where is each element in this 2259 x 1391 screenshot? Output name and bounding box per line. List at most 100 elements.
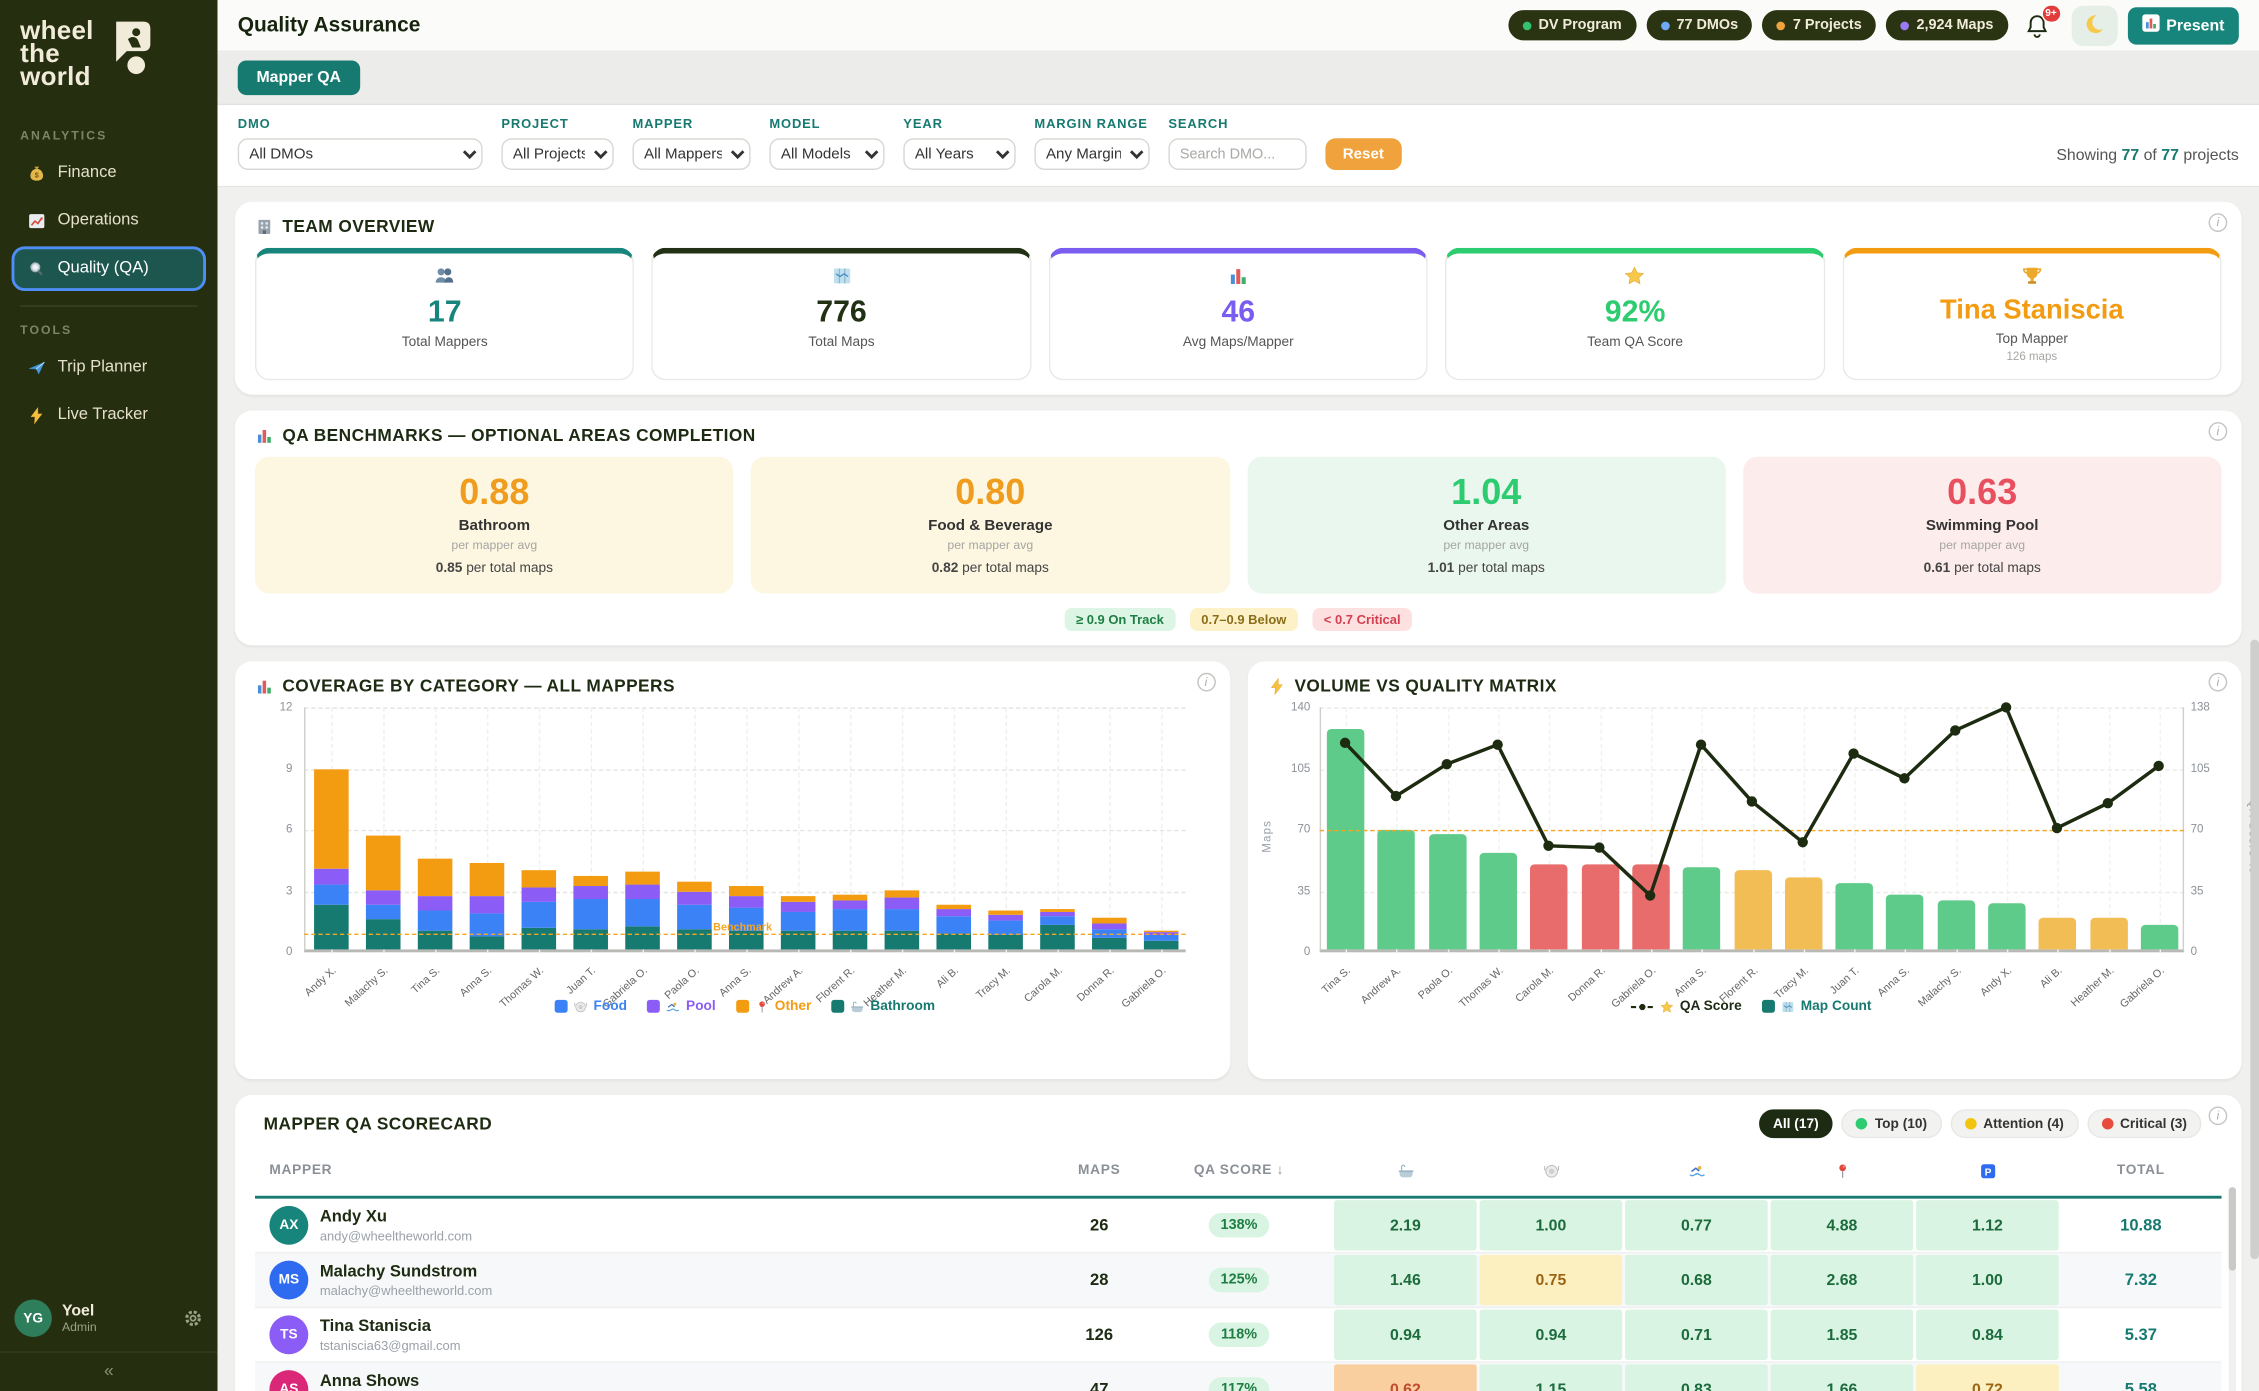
legend-item-pool[interactable]: Pool (647, 998, 716, 1014)
column-header-total: TOTAL (2060, 1153, 2221, 1196)
bar-segment-pool (470, 896, 505, 913)
showing-current: 77 (2122, 147, 2140, 164)
filter-label: DMO (238, 117, 483, 131)
sidebar-item-quality-qa-[interactable]: Quality (QA) (12, 246, 206, 291)
bar-segment-other (1040, 909, 1075, 912)
maps-cell: 26 (1053, 1199, 1145, 1252)
pin-icon (1769, 1153, 1915, 1196)
scorecard-filter-all-17-[interactable]: All (17) (1759, 1109, 1833, 1138)
category-value: 0.75 (1480, 1255, 1623, 1305)
info-icon[interactable]: i (2209, 213, 2228, 232)
sidebar-item-live-tracker[interactable]: Live Tracker (12, 393, 206, 438)
notifications-button[interactable]: 9+ (2024, 9, 2056, 41)
present-button[interactable]: Present (2127, 6, 2238, 43)
qa-score-cell: 125% (1145, 1253, 1332, 1306)
table-row[interactable]: AXAndy Xuandy@wheeltheworld.com26138%2.1… (255, 1199, 2222, 1254)
legend-item-qa-score[interactable]: QA Score (1631, 998, 1742, 1014)
dmo-select[interactable]: All DMOs (238, 138, 483, 170)
pill-dot-icon (1856, 1118, 1868, 1130)
bar-segment-pool (988, 915, 1023, 921)
scorecard-filter-critical-3-[interactable]: Critical (3) (2087, 1109, 2201, 1138)
moon-icon (2083, 12, 2105, 38)
bell-icon (2024, 19, 2050, 43)
page-scrollbar[interactable] (2250, 58, 2259, 1391)
legend-item-map-count[interactable]: Map Count (1762, 998, 1872, 1014)
badge-dot-icon (1777, 21, 1786, 30)
team-card: 776Total Maps (652, 248, 1031, 381)
search-input[interactable] (1168, 138, 1306, 170)
sidebar-item-operations[interactable]: Operations (12, 198, 206, 243)
tab-mapper-qa[interactable]: Mapper QA (238, 61, 360, 96)
sidebar-item-finance[interactable]: $Finance (12, 151, 206, 196)
gear-icon[interactable] (183, 1308, 203, 1328)
legend-label: Food (594, 998, 627, 1014)
team-card-value: 17 (265, 295, 624, 330)
sidebar-collapse-button[interactable]: « (0, 1351, 218, 1391)
info-icon[interactable]: i (2209, 1106, 2228, 1125)
maps-cell: 28 (1053, 1253, 1145, 1306)
table-row[interactable]: MSMalachy Sundstrommalachy@wheeltheworld… (255, 1253, 2222, 1308)
category-value-cell: 0.75 (1478, 1253, 1624, 1306)
category-value-cell: 0.71 (1624, 1308, 1770, 1361)
reset-button[interactable]: Reset (1325, 138, 1401, 170)
theme-toggle-button[interactable] (2071, 5, 2117, 45)
bar-segment-bathroom (1144, 941, 1179, 949)
mapper-identity: Anna Showsanna.shows@wheeltheworld.com (320, 1372, 513, 1391)
total-cell: 5.37 (2060, 1308, 2221, 1361)
user-profile[interactable]: YG Yoel Admin (0, 1285, 218, 1351)
category-value-cell: 0.77 (1624, 1199, 1770, 1252)
legend-swatch (1762, 1000, 1775, 1013)
margin-range-select[interactable]: Any Margin (1034, 138, 1149, 170)
benchmark-legend: ≥ 0.9 On Track0.7–0.9 Below< 0.7 Critica… (255, 608, 2222, 631)
plane-icon (27, 358, 46, 377)
mapper-select[interactable]: All Mappers (632, 138, 750, 170)
sidebar-item-label: Live Tracker (58, 406, 148, 423)
benchmark-value: 0.80 (762, 473, 1218, 515)
scorecard-filter-attention-4-[interactable]: Attention (4) (1950, 1109, 2078, 1138)
map-icon (662, 265, 1021, 294)
legend-item-bathroom[interactable]: Bathroom (831, 998, 935, 1014)
legend-label: QA Score (1680, 998, 1742, 1014)
year-select[interactable]: All Years (903, 138, 1015, 170)
bar-segment-bathroom (677, 929, 712, 949)
team-card-value: 46 (1059, 295, 1418, 330)
badge-label: 77 DMOs (1676, 17, 1738, 33)
table-row[interactable]: TSTina Stanisciatstaniscia63@gmail.com12… (255, 1308, 2222, 1363)
benchmark-name: Other Areas (1258, 517, 1714, 534)
category-value: 2.68 (1771, 1255, 1914, 1305)
nav-section-label: TOOLS (0, 306, 218, 342)
legend-item-other[interactable]: Other (736, 998, 811, 1014)
sidebar-item-trip-planner[interactable]: Trip Planner (12, 345, 206, 390)
team-card-value: 776 (662, 295, 1021, 330)
bar-segment-pool (729, 896, 764, 907)
info-icon[interactable]: i (2209, 673, 2228, 692)
filter-field-project: PROJECTAll Projects (501, 117, 613, 170)
sidebar-nav: ANALYTICS$FinanceOperationsQuality (QA)T… (0, 112, 218, 440)
map-icon (1781, 999, 1795, 1013)
table-scrollbar[interactable] (2229, 1187, 2236, 1391)
scorecard-filter-top-10-[interactable]: Top (10) (1842, 1109, 1942, 1138)
table-row[interactable]: ASAnna Showsanna.shows@wheeltheworld.com… (255, 1363, 2222, 1391)
stacked-bar (314, 769, 349, 949)
filter-label: YEAR (903, 117, 1015, 131)
bar-segment-other (366, 836, 401, 891)
bar-segment-food (573, 898, 608, 929)
bar-segment-bathroom (625, 927, 660, 949)
bar-segment-other (885, 890, 920, 897)
y-axis-tick: 9 (255, 761, 292, 774)
qa-score-pill: 118% (1209, 1323, 1268, 1347)
bar-segment-bathroom (314, 905, 349, 950)
info-icon[interactable]: i (1196, 673, 1215, 692)
right-axis-tick: 35 (2191, 884, 2204, 897)
total-cell: 5.58 (2060, 1363, 2221, 1391)
coverage-chart: 036912Andy X.Malachy S.Tina S.Anna S.Tho… (255, 707, 1209, 1056)
legend-item-food[interactable]: Food (555, 998, 627, 1014)
mapper-identity: Andy Xuandy@wheeltheworld.com (320, 1208, 472, 1243)
right-axis-tick: 0 (2191, 945, 2197, 958)
info-icon[interactable]: i (2209, 422, 2228, 441)
pill-label: Critical (3) (2120, 1116, 2187, 1132)
category-value: 0.94 (1480, 1310, 1623, 1360)
model-select[interactable]: All Models (769, 138, 884, 170)
user-role: Admin (62, 1320, 97, 1334)
project-select[interactable]: All Projects (501, 138, 613, 170)
